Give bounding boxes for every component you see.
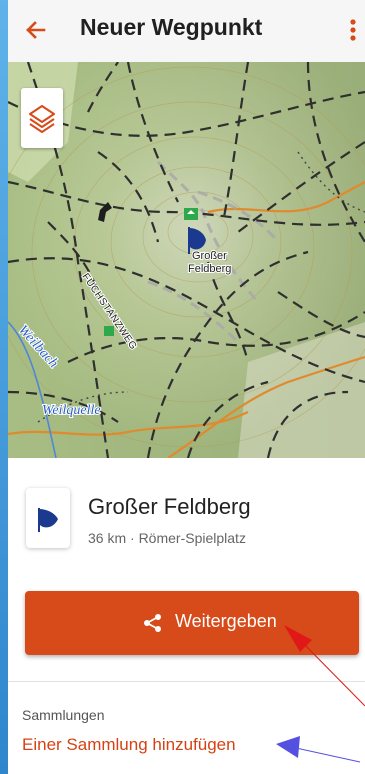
waypoint-subtitle: 36 km · Römer-Spielplatz — [88, 530, 246, 546]
waypoint-type-tile[interactable] — [26, 488, 70, 548]
map-view[interactable]: Großer Feldberg FUCHSTANZWEG Weilbach We… — [8, 62, 365, 458]
layers-icon — [29, 105, 55, 133]
page-title: Neuer Wegpunkt — [80, 14, 263, 40]
collections-heading: Sammlungen — [22, 707, 105, 723]
more-options-icon[interactable] — [345, 12, 361, 48]
window-frame-edge — [0, 0, 8, 774]
section-divider — [8, 681, 365, 682]
map-label-peak-line2: Feldberg — [188, 263, 231, 275]
top-app-bar: Neuer Wegpunkt — [8, 0, 365, 63]
map-label-spring: Weilquelle — [42, 403, 101, 418]
flag-icon — [38, 508, 58, 532]
map-label-peak-line1: Großer — [192, 250, 227, 262]
share-icon — [144, 614, 161, 632]
app-screen: Neuer Wegpunkt Großer Feldberg FUCHSTANZ… — [8, 0, 365, 774]
add-to-collection-link[interactable]: Einer Sammlung hinzufügen — [22, 735, 236, 755]
waypoint-details: Großer Feldberg 36 km · Römer-Spielplatz… — [8, 458, 365, 774]
back-arrow-icon[interactable] — [18, 12, 54, 48]
share-button-label: Weitergeben — [175, 611, 277, 631]
map-layers-button[interactable] — [21, 88, 63, 148]
waypoint-name: Großer Feldberg — [88, 494, 251, 519]
share-button[interactable]: Weitergeben — [25, 591, 359, 655]
